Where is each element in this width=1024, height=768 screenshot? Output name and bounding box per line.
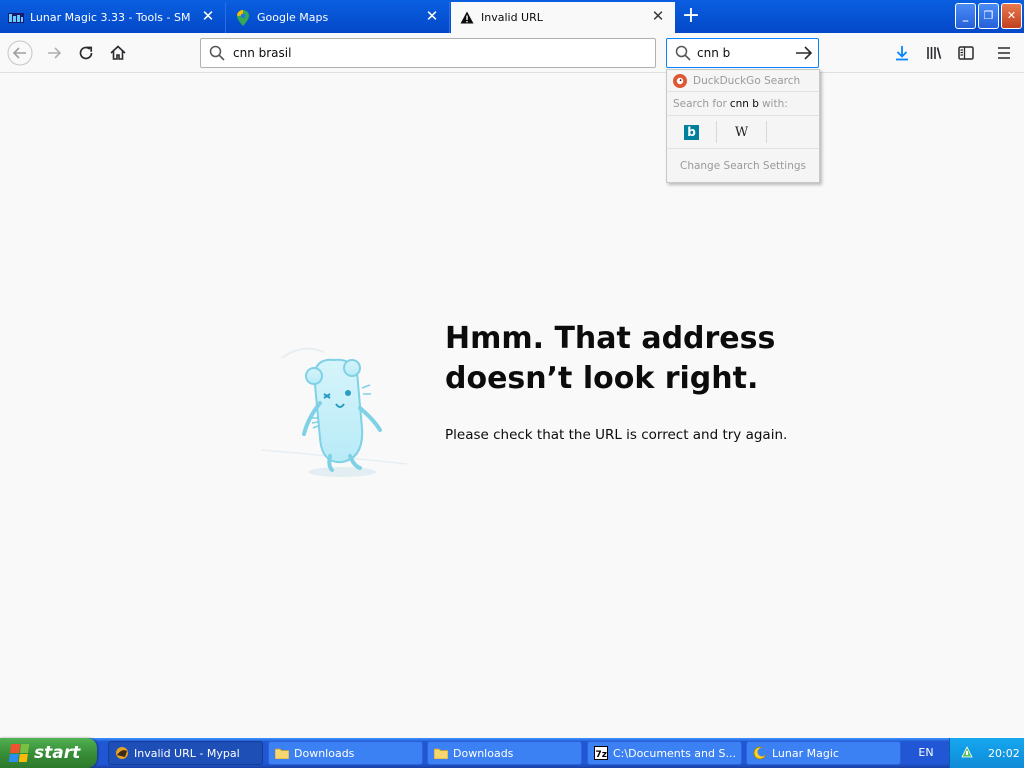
url-input[interactable] xyxy=(233,46,633,60)
lunar-magic-icon xyxy=(753,746,767,760)
task-label: Lunar Magic xyxy=(772,746,839,760)
download-arrow-icon xyxy=(896,46,908,61)
wikipedia-icon: W xyxy=(734,124,749,140)
one-off-engines: b W xyxy=(667,116,819,149)
search-suggestions-popup: DuckDuckGo Search Search for cnn b with:… xyxy=(666,69,820,183)
hamburger-menu-icon xyxy=(998,47,1010,59)
taskbar-item-browser[interactable]: Invalid URL - Mypal xyxy=(108,741,263,765)
bing-icon: b xyxy=(684,124,699,140)
home-icon xyxy=(110,45,126,60)
network-tray-icon[interactable] xyxy=(960,745,974,762)
close-tab-icon[interactable]: ✕ xyxy=(651,9,665,24)
menu-button[interactable] xyxy=(990,39,1018,67)
new-tab-button[interactable]: + xyxy=(678,4,704,30)
sidebar-toggle-button[interactable] xyxy=(952,39,980,67)
duckduckgo-icon xyxy=(673,73,687,88)
search-for-row: Search for cnn b with: xyxy=(667,92,819,116)
system-tray: 20:02 xyxy=(949,738,1024,768)
taskbar-item-7zip[interactable]: 7z C:\Documents and S... xyxy=(587,741,742,765)
bing-search-button[interactable]: b xyxy=(667,121,717,143)
reload-button[interactable] xyxy=(72,39,100,67)
start-button[interactable]: start xyxy=(0,738,97,768)
clock[interactable]: 20:02 xyxy=(988,747,1020,760)
library-button[interactable] xyxy=(920,39,948,67)
close-tab-icon[interactable]: ✕ xyxy=(201,9,215,24)
task-label: Invalid URL - Mypal xyxy=(134,746,240,760)
google-maps-favicon-icon xyxy=(235,9,251,26)
forward-button[interactable] xyxy=(40,39,68,67)
tab-google-maps[interactable]: Google Maps ✕ xyxy=(227,2,450,33)
taskbar-item-lunar-magic[interactable]: Lunar Magic xyxy=(746,741,901,765)
reload-icon xyxy=(79,46,93,60)
close-window-button[interactable]: ✕ xyxy=(1001,3,1022,29)
windows-logo-icon xyxy=(8,744,30,762)
search-icon xyxy=(209,45,225,61)
error-title: Hmm. That address doesn’t look right. xyxy=(445,321,776,396)
downloads-button[interactable] xyxy=(888,39,916,67)
navigation-toolbar xyxy=(0,33,1024,73)
search-engine-name: DuckDuckGo Search xyxy=(693,74,801,87)
home-button[interactable] xyxy=(104,39,132,67)
error-mascot-illustration xyxy=(262,347,408,477)
mypal-browser-icon xyxy=(115,746,129,760)
tab-title: Invalid URL xyxy=(481,11,543,24)
taskbar-item-downloads[interactable]: Downloads xyxy=(268,741,423,765)
search-engine-header: DuckDuckGo Search xyxy=(667,70,819,92)
search-for-suffix: with: xyxy=(761,97,788,110)
library-icon xyxy=(927,47,942,59)
language-indicator[interactable]: EN xyxy=(905,738,947,768)
taskbar: start Invalid URL - Mypal Downloads Down… xyxy=(0,738,1024,768)
error-description: Please check that the URL is correct and… xyxy=(445,427,788,443)
search-input[interactable] xyxy=(697,46,792,60)
tab-title: Lunar Magic 3.33 - Tools - SMW Central xyxy=(30,11,190,24)
search-bar[interactable] xyxy=(666,38,819,68)
change-search-settings-button[interactable]: Change Search Settings xyxy=(667,149,819,182)
lunar-magic-favicon-icon xyxy=(8,10,24,26)
search-go-button[interactable] xyxy=(794,43,814,63)
tab-strip: Lunar Magic 3.33 - Tools - SMW Central ✕… xyxy=(0,0,1024,33)
back-button[interactable] xyxy=(6,39,34,67)
start-label: start xyxy=(34,743,81,763)
7zip-icon: 7z xyxy=(594,746,608,760)
task-label: Downloads xyxy=(453,746,514,760)
search-icon xyxy=(675,45,691,61)
taskbar-item-downloads-2[interactable]: Downloads xyxy=(427,741,582,765)
task-label: Downloads xyxy=(294,746,355,760)
task-label: C:\Documents and S... xyxy=(613,746,736,760)
folder-icon xyxy=(434,746,448,760)
search-for-prefix: Search for xyxy=(673,97,727,110)
search-for-query: cnn b xyxy=(729,97,759,110)
tab-invalid-url[interactable]: Invalid URL ✕ xyxy=(451,2,675,33)
svg-text:7z: 7z xyxy=(596,750,608,760)
sidebar-icon xyxy=(958,46,974,60)
close-tab-icon[interactable]: ✕ xyxy=(425,9,439,24)
arrow-right-icon xyxy=(796,46,813,60)
url-bar[interactable] xyxy=(200,38,656,68)
back-arrow-icon xyxy=(7,40,33,66)
forward-arrow-icon xyxy=(48,47,62,59)
wikipedia-search-button[interactable]: W xyxy=(717,121,767,143)
folder-icon xyxy=(275,746,289,760)
minimize-button[interactable]: _ xyxy=(955,3,976,29)
maximize-button[interactable]: ❐ xyxy=(978,3,999,29)
tab-title: Google Maps xyxy=(257,11,329,24)
tab-lunar-magic[interactable]: Lunar Magic 3.33 - Tools - SMW Central ✕ xyxy=(0,2,226,33)
warning-icon xyxy=(459,10,475,26)
